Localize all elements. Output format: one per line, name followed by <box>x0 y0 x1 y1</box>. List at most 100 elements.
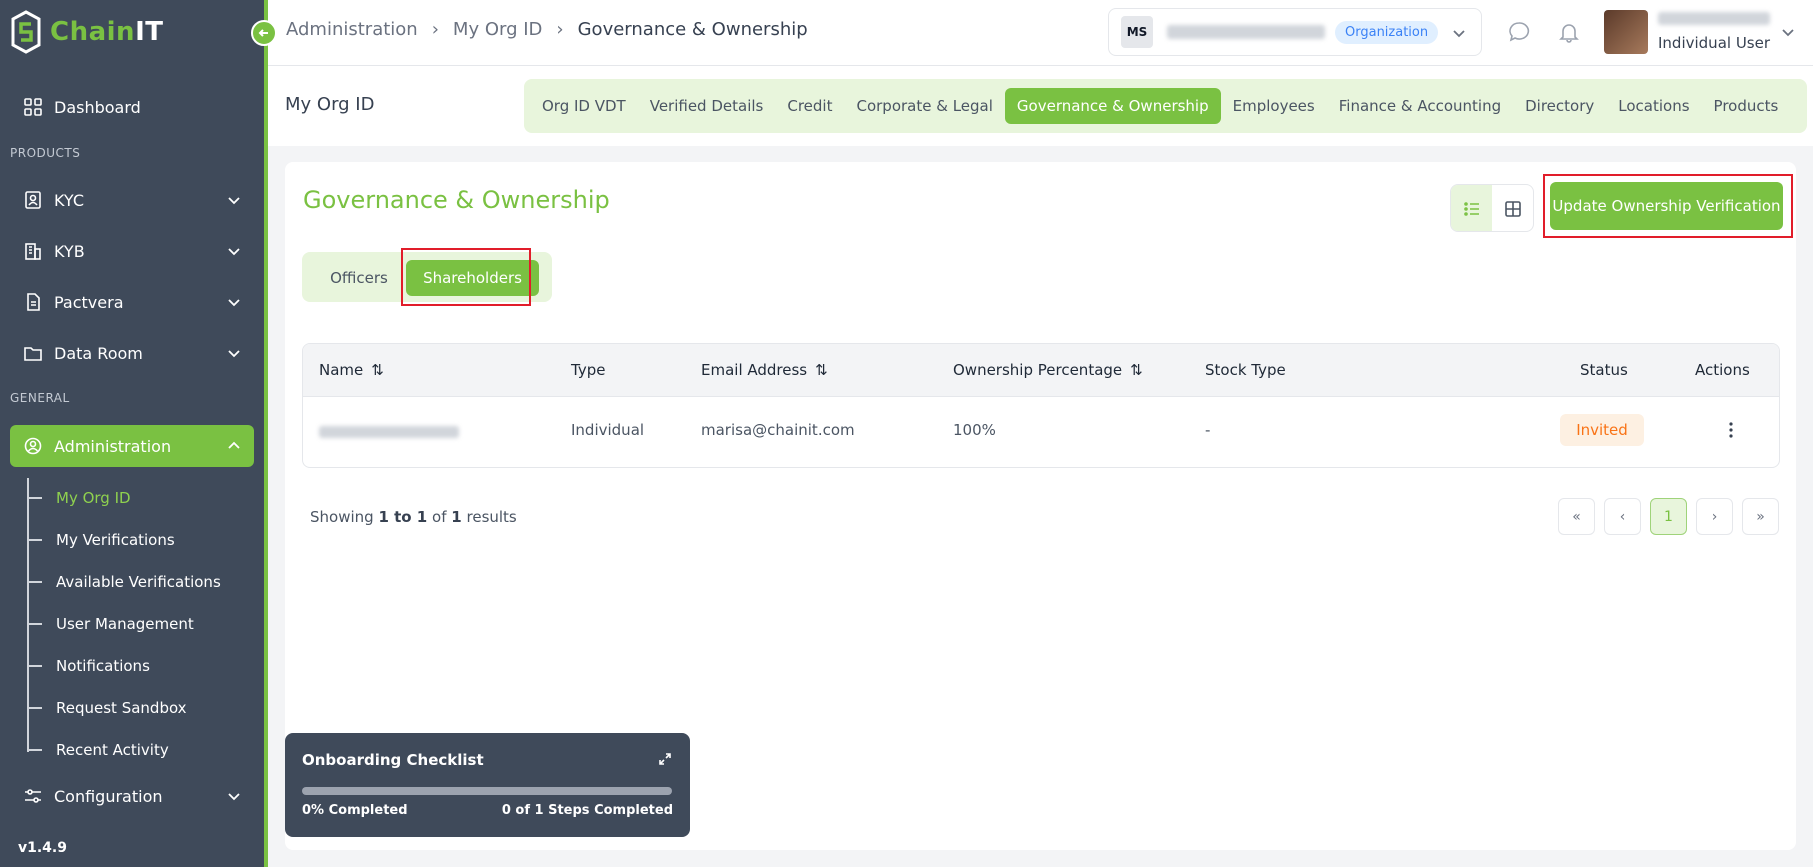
breadcrumb-item-administration[interactable]: Administration <box>286 19 418 40</box>
chevron-down-icon <box>1453 30 1465 38</box>
sort-icon: ⇅ <box>815 361 828 379</box>
sidebar: ChainIT Dashboard PRODUCTS KYC KYB Pactv… <box>0 0 264 867</box>
highlight-frame-shareholders <box>401 248 531 306</box>
chevron-up-icon <box>228 441 240 449</box>
list-view-button[interactable] <box>1451 185 1492 231</box>
shareholders-table: Name ⇅ Type Email Address ⇅ Ownership Pe… <box>302 343 1780 468</box>
sidebar-item-dashboard[interactable]: Dashboard <box>10 86 254 128</box>
chainit-logo-icon <box>11 10 41 54</box>
breadcrumb-separator-icon: › <box>556 19 564 40</box>
sidebar-item-data-room[interactable]: Data Room <box>10 332 254 374</box>
section-label-general: GENERAL <box>10 391 70 405</box>
collapse-sidebar-button[interactable] <box>251 20 277 46</box>
row-actions-button[interactable] <box>1721 418 1741 442</box>
chevron-down-icon <box>228 248 240 256</box>
column-header-stock-type: Stock Type <box>1205 361 1286 379</box>
top-header: Administration › My Org ID › Governance … <box>268 0 1813 66</box>
column-header-ownership[interactable]: Ownership Percentage ⇅ <box>953 361 1143 379</box>
sidebar-item-administration[interactable]: Administration <box>10 425 254 467</box>
brand-logo[interactable]: ChainIT <box>10 10 163 54</box>
tab-org-id-vdt[interactable]: Org ID VDT <box>530 88 638 124</box>
sidebar-item-configuration[interactable]: Configuration <box>10 775 254 817</box>
cell-ownership: 100% <box>953 421 996 439</box>
breadcrumb-separator-icon: › <box>431 19 439 40</box>
next-page-button[interactable]: › <box>1696 498 1733 535</box>
breadcrumb-item-my-org-id[interactable]: My Org ID <box>453 19 542 40</box>
sort-icon: ⇅ <box>1130 361 1143 379</box>
org-type-badge: Organization <box>1335 20 1439 44</box>
org-avatar: MS <box>1121 16 1153 48</box>
user-name-redacted <box>1658 12 1770 25</box>
chevron-down-icon[interactable] <box>1780 24 1796 40</box>
table-header-row: Name ⇅ Type Email Address ⇅ Ownership Pe… <box>303 344 1779 397</box>
more-vertical-icon <box>1729 422 1733 438</box>
cell-email: marisa@chainit.com <box>701 421 855 439</box>
last-page-button[interactable]: » <box>1742 498 1779 535</box>
sidebar-subitem-my-org-id[interactable]: My Org ID <box>28 483 131 513</box>
segment-officers[interactable]: Officers <box>310 260 408 296</box>
tab-locations[interactable]: Locations <box>1606 88 1701 124</box>
sidebar-subitem-available-verifications[interactable]: Available Verifications <box>28 567 221 597</box>
tab-governance-ownership[interactable]: Governance & Ownership <box>1004 88 1221 124</box>
view-toggle <box>1450 184 1534 232</box>
onboarding-progress-bar <box>302 787 672 795</box>
chevron-down-icon <box>228 299 240 307</box>
previous-page-button[interactable]: ‹ <box>1604 498 1641 535</box>
sidebar-subitem-recent-activity[interactable]: Recent Activity <box>28 735 169 765</box>
page-label: My Org ID <box>285 94 375 115</box>
tab-verified-details[interactable]: Verified Details <box>638 88 776 124</box>
page-button-current[interactable]: 1 <box>1650 498 1687 535</box>
sidebar-item-label: KYB <box>54 241 85 261</box>
column-header-name[interactable]: Name ⇅ <box>319 361 384 379</box>
brand-name: ChainIT <box>50 17 164 47</box>
sidebar-subitem-request-sandbox[interactable]: Request Sandbox <box>28 693 187 723</box>
section-label-products: PRODUCTS <box>10 146 81 160</box>
tab-employees[interactable]: Employees <box>1221 88 1327 124</box>
grid-icon <box>1504 201 1521 217</box>
update-ownership-verification-button[interactable]: Update Ownership Verification <box>1550 182 1783 230</box>
subheader: My Org ID Org ID VDT Verified Details Cr… <box>268 66 1813 146</box>
organization-switcher[interactable]: MS Organization <box>1108 8 1482 56</box>
sidebar-item-label: Configuration <box>54 786 163 806</box>
notifications-button[interactable] <box>1556 19 1582 45</box>
expand-icon <box>659 753 671 765</box>
sidebar-subitem-my-verifications[interactable]: My Verifications <box>28 525 175 555</box>
pagination: « ‹ 1 › » <box>1558 498 1779 535</box>
breadcrumb-item-current: Governance & Ownership <box>577 19 808 40</box>
sort-icon: ⇅ <box>371 361 384 379</box>
sidebar-subitem-notifications[interactable]: Notifications <box>28 651 150 681</box>
chevron-down-icon <box>228 197 240 205</box>
tab-corporate-legal[interactable]: Corporate & Legal <box>844 88 1004 124</box>
sidebar-item-kyb[interactable]: KYB <box>10 230 254 272</box>
column-header-status: Status <box>1580 361 1628 379</box>
column-header-type: Type <box>571 361 606 379</box>
user-avatar[interactable] <box>1604 10 1648 54</box>
org-id-tabs: Org ID VDT Verified Details Credit Corpo… <box>524 79 1807 133</box>
tab-directory[interactable]: Directory <box>1513 88 1606 124</box>
onboarding-steps: 0 of 1 Steps Completed <box>501 803 673 818</box>
tab-finance-accounting[interactable]: Finance & Accounting <box>1327 88 1513 124</box>
document-icon <box>22 291 44 313</box>
first-page-button[interactable]: « <box>1558 498 1595 535</box>
sidebar-item-label: KYC <box>54 190 84 210</box>
column-header-actions: Actions <box>1695 361 1750 379</box>
cell-stock-type: - <box>1205 421 1211 439</box>
chat-button[interactable] <box>1506 19 1532 45</box>
user-role: Individual User <box>1658 34 1771 52</box>
chevron-down-icon <box>228 793 240 801</box>
cell-type: Individual <box>571 421 645 439</box>
expand-button[interactable] <box>658 751 672 770</box>
onboarding-checklist[interactable]: Onboarding Checklist 0% Completed 0 of 1… <box>285 733 690 837</box>
tab-products[interactable]: Products <box>1702 88 1791 124</box>
list-icon <box>1463 202 1479 216</box>
onboarding-title: Onboarding Checklist <box>302 751 484 769</box>
results-summary: Showing 1 to 1 of 1 results <box>310 508 517 526</box>
sidebar-item-label: Data Room <box>54 343 143 363</box>
sidebar-subitem-user-management[interactable]: User Management <box>28 609 194 639</box>
sidebar-item-pactvera[interactable]: Pactvera <box>10 281 254 323</box>
tab-credit[interactable]: Credit <box>775 88 844 124</box>
folder-icon <box>22 342 44 364</box>
column-header-email[interactable]: Email Address ⇅ <box>701 361 828 379</box>
sidebar-item-kyc[interactable]: KYC <box>10 179 254 221</box>
grid-view-button[interactable] <box>1492 185 1533 231</box>
